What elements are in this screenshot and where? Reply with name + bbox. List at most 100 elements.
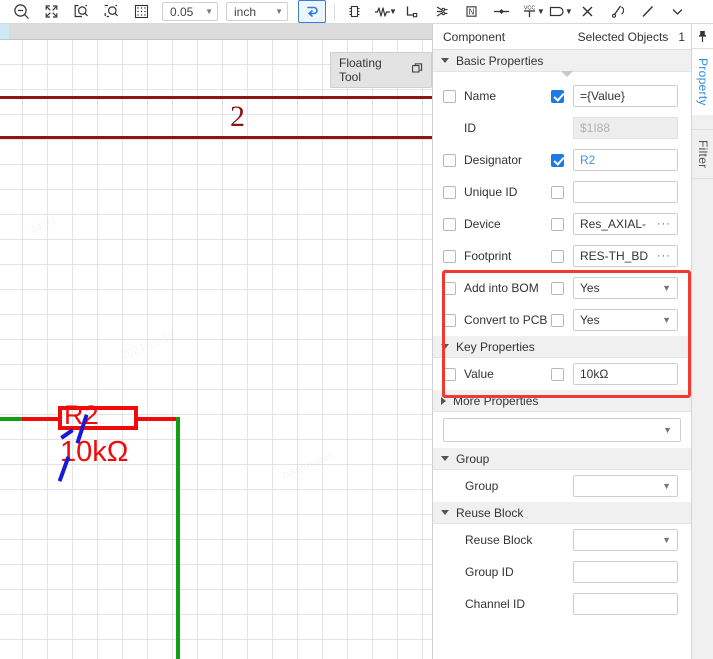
device-lock-checkbox[interactable] [443, 217, 456, 231]
row-group-id-label: Group ID [465, 565, 514, 579]
footprint-more-icon[interactable]: ··· [657, 250, 671, 262]
row-value: Value 10kΩ [433, 358, 691, 390]
collapse-handle-icon[interactable] [561, 71, 573, 77]
zoom-level-select[interactable]: 0.05 ▼ [162, 2, 218, 21]
name-field[interactable]: ={Value} [573, 85, 678, 107]
section-group-label: Group [456, 451, 490, 466]
place-component-icon[interactable] [339, 1, 369, 23]
section-reuse-block[interactable]: Reuse Block [433, 502, 691, 524]
name-value: ={Value} [580, 89, 625, 103]
section-key-properties-label: Key Properties [456, 339, 535, 354]
section-reuse-block-label: Reuse Block [456, 505, 524, 520]
horizontal-ruler[interactable] [0, 24, 432, 40]
device-more-icon[interactable]: ··· [657, 218, 671, 230]
row-add-into-bom-label: Add into BOM [464, 281, 539, 295]
chevron-right-icon [441, 396, 446, 405]
chevron-down-icon[interactable]: ▼ [537, 7, 545, 16]
zoom-out-icon[interactable] [6, 1, 36, 23]
component-value-label[interactable]: 10kΩ [60, 438, 128, 467]
svg-text:N: N [469, 8, 475, 17]
row-name: Name ={Value} [433, 80, 691, 112]
sheet-marker-label: 2 [230, 100, 245, 133]
wire-red-left[interactable] [22, 417, 60, 421]
section-key-properties[interactable]: Key Properties [433, 336, 691, 358]
name-visible-checkbox[interactable] [551, 89, 564, 103]
convert-to-pcb-select[interactable]: Yes ▼ [573, 309, 678, 331]
place-bus-entry-icon[interactable] [427, 1, 457, 23]
value-visible-checkbox[interactable] [551, 367, 564, 381]
chevron-down-icon: ▼ [662, 283, 671, 293]
id-value: $1I88 [580, 121, 611, 135]
chevron-down-icon [441, 344, 449, 349]
convert-to-pcb-visible-checkbox[interactable] [551, 313, 564, 327]
grid-icon[interactable] [126, 1, 156, 23]
device-visible-checkbox[interactable] [551, 217, 564, 231]
group-select[interactable]: ▼ [573, 475, 678, 497]
restore-window-icon[interactable] [412, 63, 423, 77]
designator-visible-checkbox[interactable] [551, 153, 564, 167]
footprint-field[interactable]: RES-TH_BD ··· [573, 245, 678, 267]
tab-property[interactable]: Property [692, 49, 713, 115]
place-bus-icon[interactable] [397, 1, 427, 23]
row-name-label: Name [464, 89, 497, 103]
designator-field[interactable]: R2 [573, 149, 678, 171]
convert-to-pcb-lock-checkbox[interactable] [443, 313, 456, 327]
designator-lock-checkbox[interactable] [443, 153, 456, 167]
row-channel-id: Channel ID [433, 588, 691, 620]
channel-id-field[interactable] [573, 593, 678, 615]
wire-green-vertical[interactable] [176, 417, 180, 659]
floating-tool-chip[interactable]: Floating Tool [330, 52, 432, 88]
fit-to-screen-icon[interactable] [36, 1, 66, 23]
chevron-down-icon[interactable]: ▼ [565, 7, 573, 16]
zoom-to-area-icon[interactable] [96, 1, 126, 23]
place-nc-cross-icon[interactable] [573, 1, 603, 23]
schematic-canvas[interactable]: 2024-10-18 zouyuxuan 14:37 2 Floating To… [0, 40, 432, 659]
pin-icon[interactable] [692, 24, 713, 49]
unit-value: inch [234, 4, 257, 19]
place-netport-icon[interactable] [487, 1, 517, 23]
chevron-down-icon: ▼ [662, 535, 671, 545]
place-line-icon[interactable] [633, 1, 663, 23]
add-into-bom-select[interactable]: Yes ▼ [573, 277, 678, 299]
section-more-properties[interactable]: More Properties [433, 390, 691, 412]
chevron-down-icon [441, 58, 449, 63]
section-basic-properties-label: Basic Properties [456, 53, 544, 68]
value-lock-checkbox[interactable] [443, 367, 456, 381]
reuse-block-select[interactable]: ▼ [573, 529, 678, 551]
application-window: 0.05 ▼ inch ▼ ▼ N VCC ▼ ▼ 2 Floating Too… [0, 0, 713, 659]
name-lock-checkbox[interactable] [443, 89, 456, 103]
row-designator-label: Designator [464, 153, 523, 167]
group-id-field[interactable] [573, 561, 678, 583]
device-field[interactable]: Res_AXIAL- ··· [573, 213, 678, 235]
tab-filter[interactable]: Filter [692, 129, 713, 179]
value-value: 10kΩ [580, 367, 609, 381]
unique-id-lock-checkbox[interactable] [443, 185, 456, 199]
place-netlabel-icon[interactable]: N [457, 1, 487, 23]
row-designator: Designator R2 [433, 144, 691, 176]
chevron-down-icon[interactable]: ▼ [389, 7, 397, 16]
selected-objects-label: Selected Objects [577, 29, 669, 44]
add-into-bom-visible-checkbox[interactable] [551, 281, 564, 295]
footprint-lock-checkbox[interactable] [443, 249, 456, 263]
add-into-bom-lock-checkbox[interactable] [443, 281, 456, 295]
more-properties-select[interactable]: ▼ [443, 418, 681, 442]
sheet-border-bottom [0, 136, 432, 139]
chevron-down-icon [441, 510, 449, 515]
unit-select[interactable]: inch ▼ [226, 2, 288, 21]
zoom-to-selection-icon[interactable] [66, 1, 96, 23]
wire-red-right[interactable] [136, 417, 178, 421]
place-probe-icon[interactable] [603, 1, 633, 23]
row-device: Device Res_AXIAL- ··· [433, 208, 691, 240]
row-unique-id: Unique ID [433, 176, 691, 208]
panel-header: Component Selected Objects 1 [433, 24, 691, 50]
unique-id-visible-checkbox[interactable] [551, 185, 564, 199]
toolbar-overflow-icon[interactable] [663, 1, 693, 23]
unique-id-field[interactable] [573, 181, 678, 203]
row-footprint-label: Footprint [464, 249, 512, 263]
footprint-visible-checkbox[interactable] [551, 249, 564, 263]
wire-tool-button[interactable] [298, 0, 326, 23]
section-group[interactable]: Group [433, 448, 691, 470]
wire-green-left[interactable] [0, 417, 23, 421]
section-basic-properties[interactable]: Basic Properties [433, 50, 691, 72]
value-field[interactable]: 10kΩ [573, 363, 678, 385]
